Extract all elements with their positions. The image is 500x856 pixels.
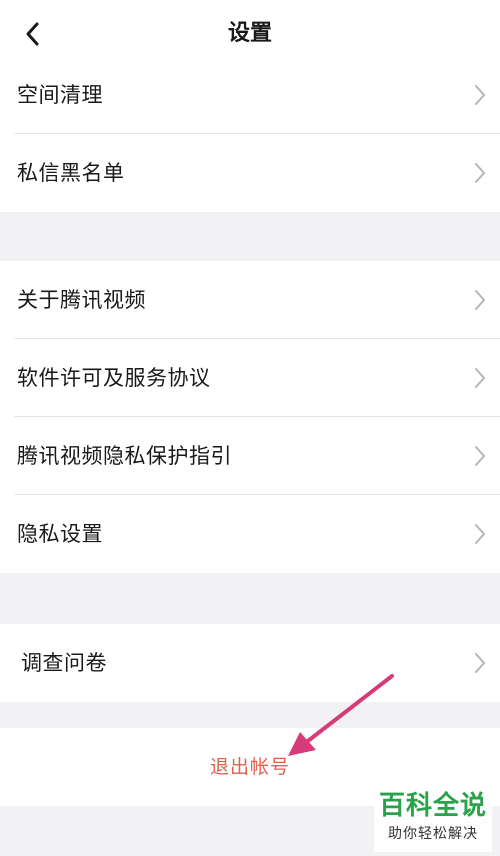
settings-item-label: 调查问卷: [21, 651, 107, 675]
settings-item-about[interactable]: 关于腾讯视频: [0, 261, 500, 339]
settings-group-storage: 空间清理 私信黑名单: [0, 56, 500, 212]
settings-item-space-cleanup[interactable]: 空间清理: [0, 56, 500, 134]
watermark-sub-text: 助你轻松解决: [388, 826, 478, 842]
settings-item-label: 隐私设置: [17, 522, 103, 546]
settings-item-privacy-settings[interactable]: 隐私设置: [0, 495, 500, 573]
settings-item-label: 空间清理: [17, 83, 103, 107]
settings-item-label: 腾讯视频隐私保护指引: [17, 444, 232, 468]
settings-item-label: 软件许可及服务协议: [17, 366, 211, 390]
chevron-right-icon: [474, 652, 486, 674]
settings-item-label: 关于腾讯视频: [17, 288, 146, 312]
chevron-right-icon: [474, 367, 486, 389]
chevron-right-icon: [474, 84, 486, 106]
settings-item-message-blacklist[interactable]: 私信黑名单: [0, 134, 500, 212]
watermark-logo: 百科全说 助你轻松解决: [374, 788, 492, 852]
page-title: 设置: [227, 21, 272, 46]
annotation-arrow-icon: [282, 670, 400, 760]
watermark-main-text: 百科全说: [378, 791, 487, 821]
chevron-right-icon: [474, 523, 486, 545]
settings-item-license-agreement[interactable]: 软件许可及服务协议: [0, 339, 500, 417]
chevron-right-icon: [474, 445, 486, 467]
settings-item-privacy-guide[interactable]: 腾讯视频隐私保护指引: [0, 417, 500, 495]
settings-group-about: 关于腾讯视频 软件许可及服务协议 腾讯视频隐私保护指引 隐私设置: [0, 261, 500, 573]
settings-item-label: 私信黑名单: [17, 161, 125, 185]
settings-group-survey: 调查问卷: [0, 624, 500, 702]
chevron-right-icon: [474, 289, 486, 311]
logout-button[interactable]: 退出帐号: [0, 753, 500, 781]
settings-item-survey[interactable]: 调查问卷: [0, 624, 500, 702]
chevron-right-icon: [474, 162, 486, 184]
